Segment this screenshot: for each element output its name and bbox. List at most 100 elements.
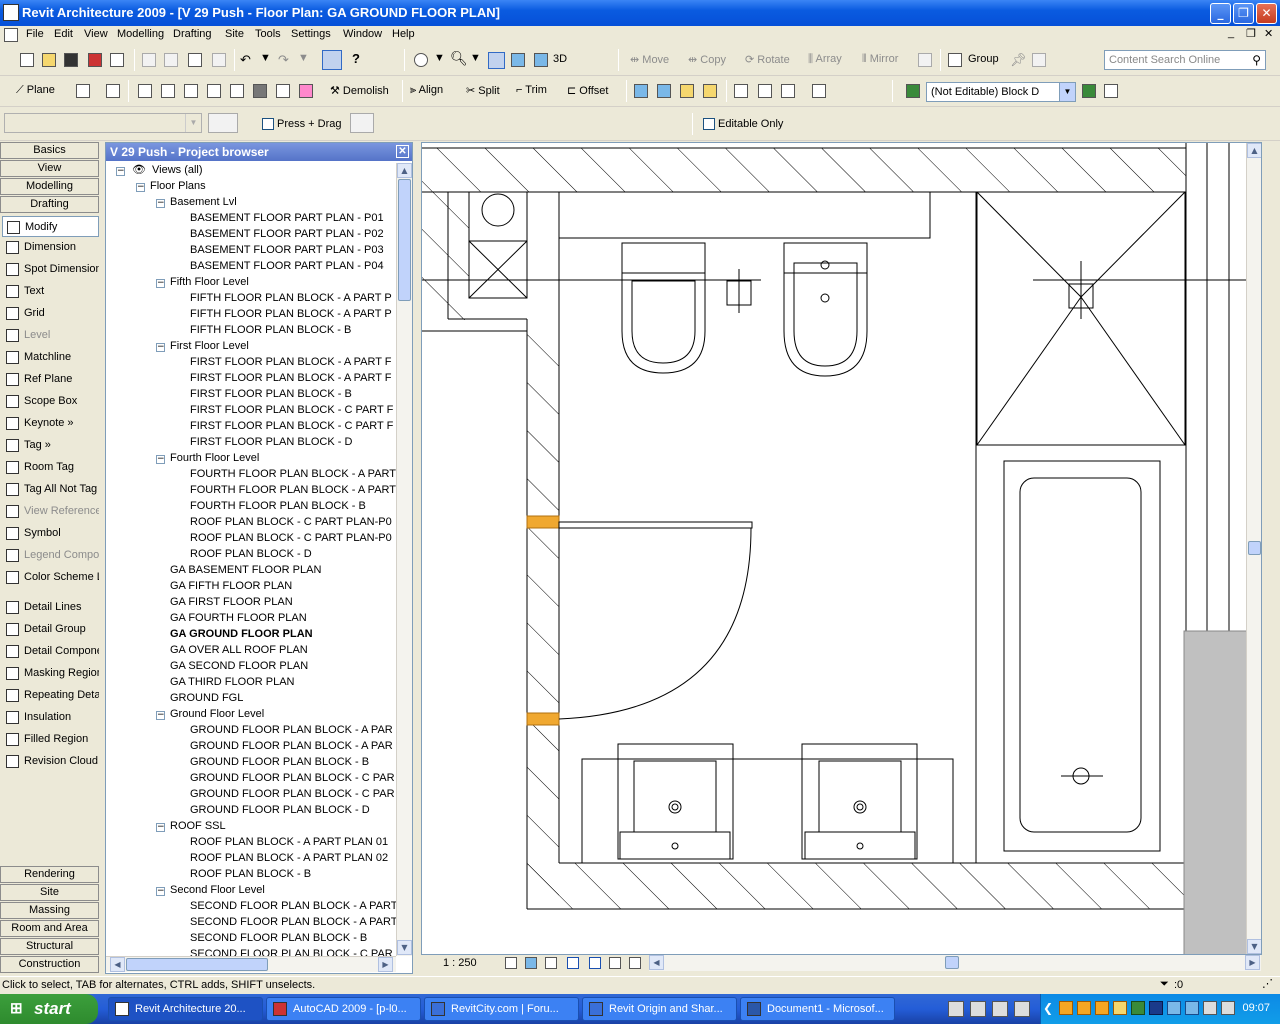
browser-tree-view[interactable]: ROOF PLAN BLOCK - A PART PLAN 01 xyxy=(190,835,388,850)
browser-tree-view[interactable]: GROUND FGL xyxy=(170,691,243,706)
browser-tree-folder[interactable]: Basement Lvl xyxy=(170,195,237,210)
canvas-horizontal-scrollbar[interactable]: ◀ ▶ xyxy=(649,955,1261,971)
workset-4-icon[interactable] xyxy=(703,84,717,98)
browser-tree-folder[interactable]: Floor Plans xyxy=(150,179,206,194)
design-tool-repeating-deta[interactable]: Repeating Deta xyxy=(2,685,99,706)
design-tool-matchline[interactable]: Matchline xyxy=(2,347,99,368)
open-icon[interactable] xyxy=(42,53,56,67)
browser-tree-view[interactable]: SECOND FLOOR PLAN BLOCK - A PART xyxy=(190,915,396,930)
browser-tree-view[interactable]: FOURTH FLOOR PLAN BLOCK - A PART xyxy=(190,467,396,482)
browser-tree-view[interactable]: ROOF PLAN BLOCK - C PART PLAN-P0 xyxy=(190,515,392,530)
offset-button[interactable]: ⊏ Offset xyxy=(567,84,608,97)
design-tool-revision-cloud[interactable]: Revision Cloud xyxy=(2,751,99,772)
copy-button[interactable]: ⇹ Copy xyxy=(688,53,726,66)
resize-icon[interactable] xyxy=(918,53,932,67)
filter-icon[interactable]: ⏷ xyxy=(1160,978,1169,991)
copy-icon[interactable] xyxy=(164,53,178,67)
undo-icon[interactable]: ↶ xyxy=(240,52,251,68)
browser-tree-view[interactable]: ROOF PLAN BLOCK - B xyxy=(190,867,311,882)
design-option-2-icon[interactable] xyxy=(758,84,772,98)
design-tool-dimension[interactable]: Dimension xyxy=(2,237,99,258)
design-tool-legend-compor[interactable]: Legend Compor xyxy=(2,545,99,566)
browser-tree-view[interactable]: FOURTH FLOOR PLAN BLOCK - B xyxy=(190,499,366,514)
collapse-toggle-icon[interactable]: − xyxy=(156,279,165,288)
design-tool-detail-compone[interactable]: Detail Compone xyxy=(2,641,99,662)
minimize-button[interactable]: _ xyxy=(1210,3,1231,24)
design-option-4-icon[interactable] xyxy=(812,84,826,98)
browser-tree-view[interactable]: BASEMENT FLOOR PART PLAN - P03 xyxy=(190,243,384,258)
tray-app-10-icon[interactable] xyxy=(1221,1001,1235,1015)
design-tool-masking-region[interactable]: Masking Region xyxy=(2,663,99,684)
design-tool-text[interactable]: Text xyxy=(2,281,99,302)
document-icon[interactable] xyxy=(4,28,18,42)
task-autocad[interactable]: AutoCAD 2009 - [p-l0... xyxy=(266,997,421,1021)
collapse-toggle-icon[interactable]: − xyxy=(156,199,165,208)
browser-tree-view[interactable]: GROUND FLOOR PLAN BLOCK - C PAR xyxy=(190,771,395,786)
new-icon[interactable] xyxy=(20,53,34,67)
collapse-toggle-icon[interactable]: − xyxy=(156,455,165,464)
design-tool-keynote[interactable]: Keynote » xyxy=(2,413,99,434)
doc-minimize-button[interactable]: _ xyxy=(1228,27,1234,39)
design-tab-view[interactable]: View xyxy=(0,160,99,177)
thin-lines-icon[interactable] xyxy=(488,52,505,69)
tray-app-3-icon[interactable] xyxy=(1095,1001,1109,1015)
design-tab-drafting[interactable]: Drafting xyxy=(0,196,99,213)
browser-tree-folder[interactable]: Second Floor Level xyxy=(170,883,265,898)
browser-tree-view[interactable]: FIRST FLOOR PLAN BLOCK - C PART F xyxy=(190,403,393,418)
demolish-button[interactable]: ⚒ Demolish xyxy=(330,84,389,97)
tray-app-1-icon[interactable] xyxy=(1059,1001,1073,1015)
scroll-right-icon[interactable]: ▶ xyxy=(1245,955,1260,970)
design-tab-massing[interactable]: Massing xyxy=(0,902,99,919)
type-selector[interactable]: ▼ xyxy=(4,113,202,133)
model-graphics-style-icon[interactable] xyxy=(525,957,537,969)
browser-tree-view[interactable]: GA GROUND FLOOR PLAN xyxy=(170,627,313,642)
task-revitcity[interactable]: RevitCity.com | Foru... xyxy=(424,997,579,1021)
workset-2-icon[interactable] xyxy=(657,84,671,98)
task-word-document[interactable]: Document1 - Microsof... xyxy=(740,997,895,1021)
browser-tree-view[interactable]: BASEMENT FLOOR PART PLAN - P01 xyxy=(190,211,384,226)
trim-button[interactable]: ⌐ Trim xyxy=(516,84,547,96)
workset-3-icon[interactable] xyxy=(680,84,694,98)
menu-file[interactable]: File xyxy=(26,28,44,40)
network-icon[interactable] xyxy=(1167,1001,1181,1015)
move-button[interactable]: ⇹ Move xyxy=(630,53,669,66)
spell-check-icon[interactable] xyxy=(106,84,120,98)
active-workset-select[interactable]: (Not Editable) Block D ▼ xyxy=(926,82,1076,102)
save-icon[interactable] xyxy=(64,53,78,67)
clock[interactable]: 09:07 xyxy=(1242,1002,1270,1014)
chevron-down-icon[interactable]: ▼ xyxy=(185,114,201,132)
collapse-toggle-icon[interactable]: − xyxy=(156,343,165,352)
print-icon[interactable] xyxy=(110,53,124,67)
browser-tree-view[interactable]: FIRST FLOOR PLAN BLOCK - B xyxy=(190,387,352,402)
crop-view-icon[interactable] xyxy=(567,957,579,969)
collapse-toggle-icon[interactable]: − xyxy=(156,823,165,832)
scroll-thumb[interactable] xyxy=(398,179,411,301)
browser-horizontal-scrollbar[interactable]: ◀ ▶ xyxy=(106,956,396,972)
browser-tree-view[interactable]: ROOF PLAN BLOCK - A PART PLAN 02 xyxy=(190,851,388,866)
tray-expand-icon[interactable]: ❮ xyxy=(1043,1001,1053,1015)
close-button[interactable]: ✕ xyxy=(1256,3,1277,24)
options-icon[interactable] xyxy=(1014,1001,1030,1017)
group-label[interactable]: Group xyxy=(968,53,999,65)
design-tab-site[interactable]: Site xyxy=(0,884,99,901)
editing-requests-icon[interactable] xyxy=(1104,84,1118,98)
design-tool-ref-plane[interactable]: Ref Plane xyxy=(2,369,99,390)
task-revit[interactable]: Revit Architecture 20... xyxy=(108,997,263,1021)
search-icon[interactable]: ⚲ xyxy=(1252,53,1261,67)
doc-restore-button[interactable]: ❐ xyxy=(1246,27,1256,40)
tray-app-2-icon[interactable] xyxy=(1077,1001,1091,1015)
browser-tree-view[interactable]: GA THIRD FLOOR PLAN xyxy=(170,675,295,690)
group-icon[interactable] xyxy=(948,53,962,67)
design-tool-scope-box[interactable]: Scope Box xyxy=(2,391,99,412)
browser-vertical-scrollbar[interactable]: ▲ ▼ xyxy=(396,163,412,956)
help-icon[interactable] xyxy=(992,1001,1008,1017)
design-tab-construction[interactable]: Construction xyxy=(0,956,99,973)
paint-icon[interactable] xyxy=(253,84,267,98)
browser-tree-view[interactable]: GA OVER ALL ROOF PLAN xyxy=(170,643,308,658)
browser-tree-folder[interactable]: Ground Floor Level xyxy=(170,707,264,722)
grid-pattern-icon[interactable] xyxy=(76,84,90,98)
design-tab-rendering[interactable]: Rendering xyxy=(0,866,99,883)
browser-tree-view[interactable]: FIFTH FLOOR PLAN BLOCK - B xyxy=(190,323,351,338)
browser-tree-view[interactable]: GA FOURTH FLOOR PLAN xyxy=(170,611,307,626)
detail-level-icon[interactable] xyxy=(505,957,517,969)
